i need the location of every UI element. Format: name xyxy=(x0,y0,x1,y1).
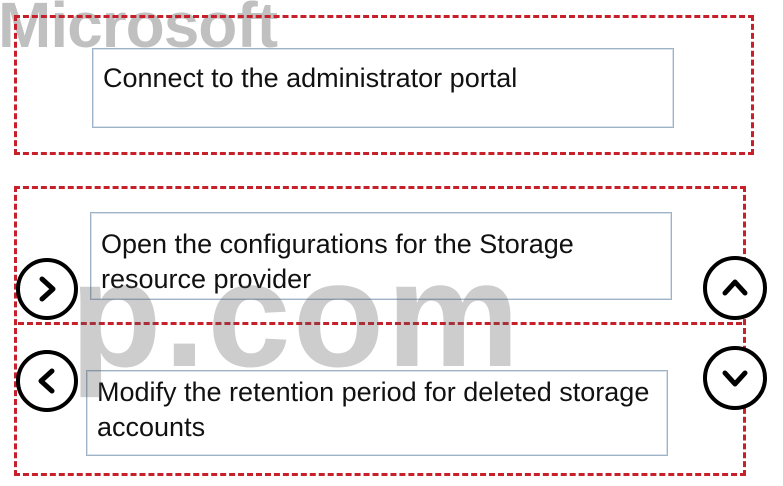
step-card-open-storage-config[interactable]: Open the configurations for the Storage … xyxy=(90,212,672,300)
zone-divider xyxy=(18,322,742,325)
chevron-left-icon xyxy=(38,368,55,394)
step-card-label: Open the configurations for the Storage … xyxy=(101,229,574,294)
move-right-button[interactable] xyxy=(16,258,78,320)
move-down-button[interactable] xyxy=(703,346,767,410)
chevron-up-icon xyxy=(722,279,748,296)
move-left-button[interactable] xyxy=(16,350,78,412)
chevron-right-icon xyxy=(39,276,56,302)
step-card-connect-admin-portal[interactable]: Connect to the administrator portal xyxy=(92,48,674,128)
step-card-modify-retention[interactable]: Modify the retention period for deleted … xyxy=(86,370,668,456)
chevron-down-icon xyxy=(722,370,748,387)
step-card-label: Modify the retention period for deleted … xyxy=(97,377,650,442)
step-card-label: Connect to the administrator portal xyxy=(103,63,518,93)
move-up-button[interactable] xyxy=(703,256,767,320)
